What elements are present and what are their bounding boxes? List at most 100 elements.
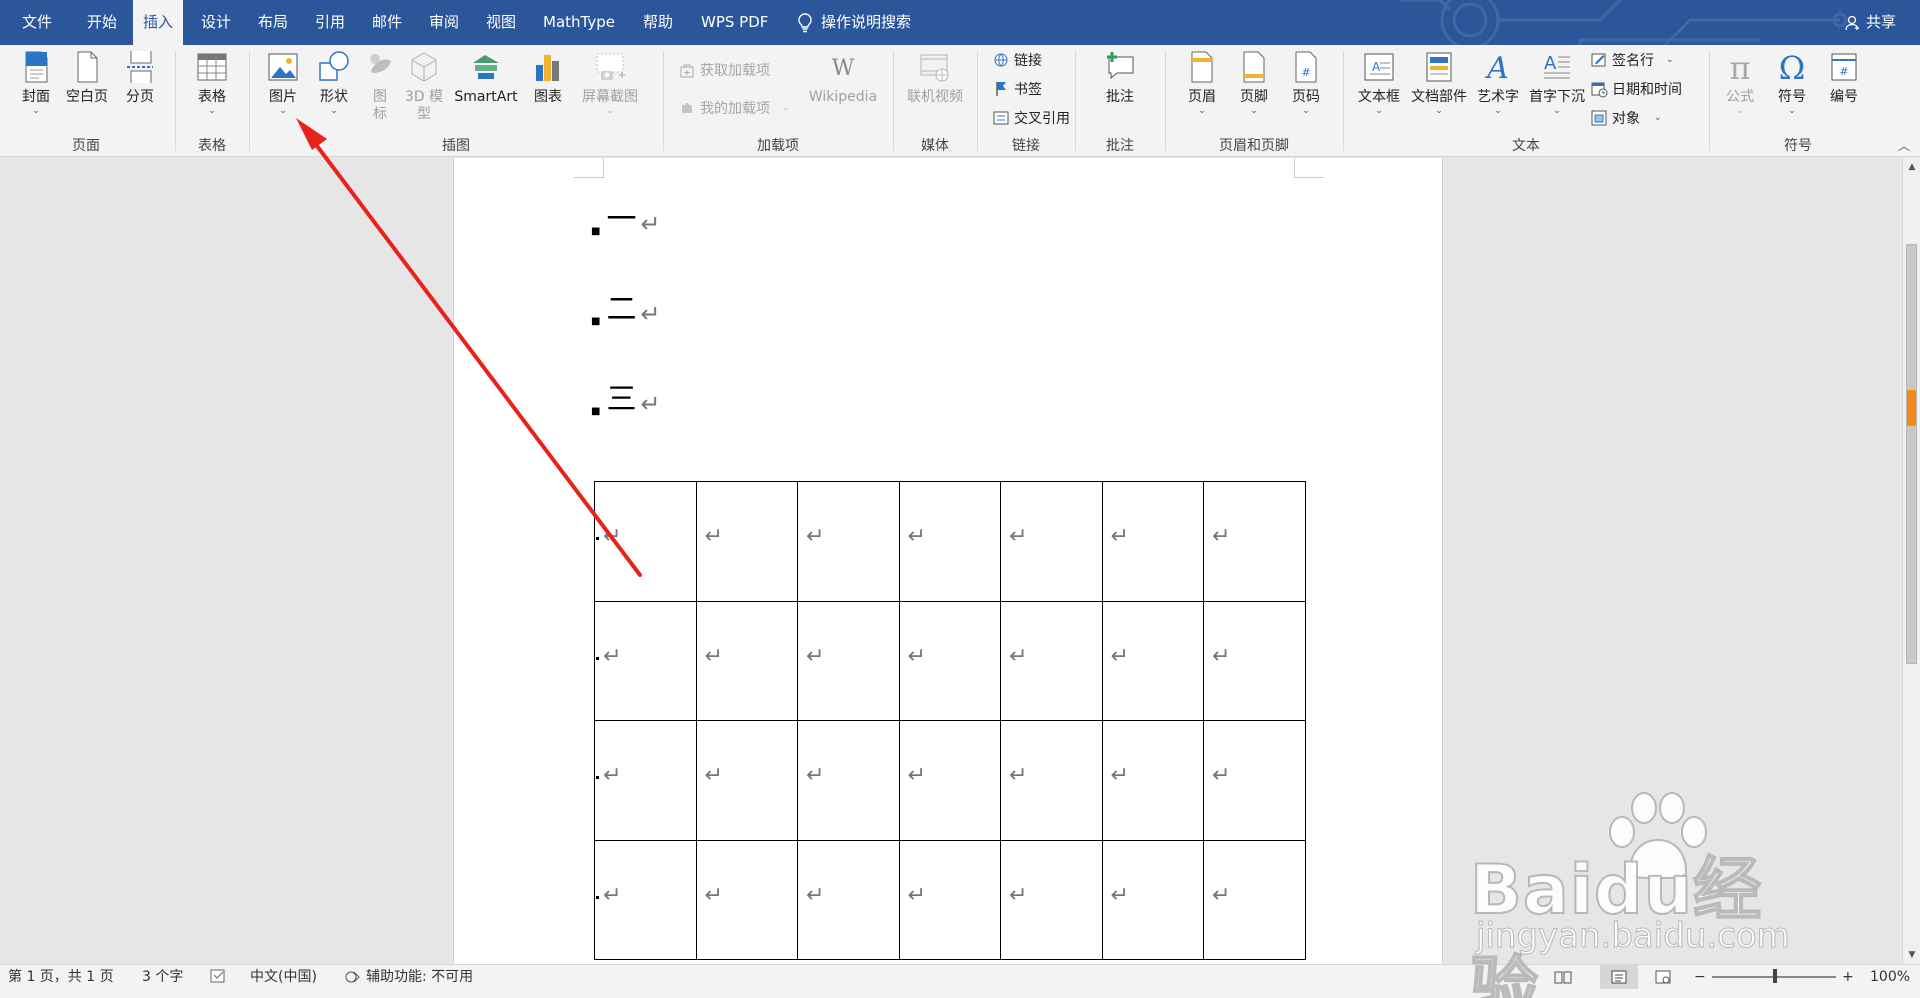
get-addins-button[interactable]: 获取加载项 <box>678 59 770 81</box>
header-button[interactable]: 页眉 ⌄ <box>1182 49 1222 116</box>
read-mode-button[interactable] <box>1554 965 1572 989</box>
3d-models-button[interactable]: 3D 模 型 <box>402 49 446 123</box>
tab-mathtype[interactable]: MathType <box>533 0 625 45</box>
new-comment-button[interactable]: 批注 <box>1098 49 1142 106</box>
signature-line-button[interactable]: 签名行 ⌄ <box>1590 49 1674 71</box>
zoom-out-button[interactable]: − <box>1694 965 1706 989</box>
table-cell[interactable]: ↵ <box>1203 839 1306 960</box>
table-cell[interactable]: ↵ <box>695 720 798 841</box>
table-cell[interactable]: ↵ <box>1000 600 1103 721</box>
table-cell[interactable]: ↵ <box>898 600 1001 721</box>
picture-button[interactable]: 图片 ⌄ <box>262 49 304 116</box>
wikipedia-button[interactable]: W Wikipedia <box>806 49 880 106</box>
numbering-button[interactable]: # 编号 <box>1824 49 1864 106</box>
footer-button[interactable]: 页脚 ⌄ <box>1234 49 1274 116</box>
my-addins-button[interactable]: 我的加载项 ⌄ <box>678 97 790 119</box>
scroll-down-button[interactable]: ▼ <box>1903 946 1920 964</box>
table-cell[interactable]: ↵ <box>594 481 697 602</box>
date-time-button[interactable]: 日期和时间 <box>1590 78 1682 100</box>
table-cell[interactable]: ↵ <box>695 839 798 960</box>
language-status[interactable]: 中文(中国) <box>250 965 317 989</box>
page-break-button[interactable]: 分页 <box>120 49 160 106</box>
table-cell[interactable]: ↵ <box>797 839 900 960</box>
print-layout-button[interactable] <box>1600 965 1638 989</box>
proofing-status[interactable] <box>210 965 228 989</box>
shapes-button[interactable]: 形状 ⌄ <box>312 49 356 116</box>
table-cell[interactable]: ↵ <box>1203 481 1306 602</box>
tab-mailings[interactable]: 邮件 <box>362 0 412 45</box>
share-button[interactable]: 共享 <box>1845 0 1896 45</box>
tab-help[interactable]: 帮助 <box>633 0 683 45</box>
table-cell[interactable]: ↵ <box>898 839 1001 960</box>
cover-button[interactable]: 封面 ⌄ <box>16 49 56 116</box>
table-cell[interactable]: ↵ <box>695 600 798 721</box>
tab-insert[interactable]: 插入 <box>133 0 184 45</box>
textbox-button[interactable]: A 文本框 ⌄ <box>1356 49 1402 116</box>
table-cell[interactable]: ↵ <box>1101 600 1204 721</box>
page-count[interactable]: 第 1 页，共 1 页 <box>8 965 114 989</box>
symbol-button[interactable]: Ω 符号 ⌄ <box>1772 49 1812 116</box>
table-cell[interactable]: ↵ <box>1203 720 1306 841</box>
table-cell[interactable]: ↵ <box>1203 600 1306 721</box>
tab-view[interactable]: 视图 <box>476 0 526 45</box>
object-button[interactable]: 对象 ⌄ <box>1590 107 1662 129</box>
drop-cap-button[interactable]: A 首字下沉 ⌄ <box>1526 49 1588 116</box>
tab-file[interactable]: 文件 <box>12 0 62 45</box>
table-cell[interactable]: ↵ <box>1000 839 1103 960</box>
chart-button[interactable]: 图表 <box>528 49 568 106</box>
smartart-button[interactable]: SmartArt <box>450 49 522 106</box>
comment-icon <box>1107 52 1134 80</box>
collapse-ribbon-button[interactable]: ︿ <box>1898 137 1910 154</box>
scroll-up-button[interactable]: ▲ <box>1903 158 1920 176</box>
table-cell[interactable]: ↵ <box>898 481 1001 602</box>
tab-home[interactable]: 开始 <box>77 0 127 45</box>
screenshot-button[interactable]: 屏幕截图 ⌄ <box>574 49 646 116</box>
word-count[interactable]: 3 个字 <box>142 965 183 989</box>
table-cell[interactable]: ↵ <box>898 720 1001 841</box>
blank-page-button[interactable]: 空白页 <box>62 49 112 106</box>
table-button[interactable]: 表格 ⌄ <box>192 49 232 116</box>
quick-parts-button[interactable]: 文档部件 ⌄ <box>1408 49 1470 116</box>
tab-wps-pdf[interactable]: WPS PDF <box>691 0 778 45</box>
wordart-button[interactable]: A 艺术字 ⌄ <box>1472 49 1524 116</box>
link-button[interactable]: 链接 <box>992 49 1042 71</box>
scrollbar-thumb[interactable] <box>1906 244 1917 664</box>
table-cell[interactable]: ↵ <box>1000 481 1103 602</box>
tell-me-search[interactable]: 操作说明搜索 <box>797 0 911 45</box>
table-cell[interactable]: ↵ <box>1101 839 1204 960</box>
accessibility-icon <box>345 971 360 983</box>
table-cell[interactable]: ↵ <box>1000 720 1103 841</box>
tab-design[interactable]: 设计 <box>191 0 241 45</box>
equation-button[interactable]: π 公式 ⌄ <box>1720 49 1760 116</box>
web-layout-button[interactable] <box>1654 965 1672 989</box>
accessibility-status[interactable]: 辅助功能: 不可用 <box>344 965 473 989</box>
table-cell[interactable]: ↵ <box>797 720 900 841</box>
table-cell[interactable]: ↵ <box>797 600 900 721</box>
document-area[interactable]: ■ 一 ↵ ■ 二 ↵ ■ 三 ↵ ↵ ↵ ↵ ↵ ↵ ↵ ↵ ↵ ↵ ↵ ↵ ↵ ↵ ↵ ↵ ↵ ↵ ↵ ↵ ↵ ↵ ↵… <box>0 158 1902 964</box>
table-cell[interactable]: ↵ <box>594 600 697 721</box>
zoom-level[interactable]: 100% <box>1870 965 1910 989</box>
icons-button[interactable]: 图 标 <box>362 49 398 123</box>
paragraph[interactable]: ■ 二 ↵ <box>591 284 661 328</box>
bookmark-button[interactable]: 书签 <box>992 78 1042 100</box>
table-cell[interactable]: ↵ <box>594 839 697 960</box>
table-cell[interactable]: ↵ <box>797 481 900 602</box>
paragraph[interactable]: ■ 一 ↵ <box>591 194 661 238</box>
table-cell[interactable]: ↵ <box>1101 720 1204 841</box>
table-cell[interactable]: ↵ <box>594 720 697 841</box>
document-table[interactable]: ↵ ↵ ↵ ↵ ↵ ↵ ↵ ↵ ↵ ↵ ↵ ↵ ↵ ↵ ↵ ↵ ↵ ↵ ↵ ↵ ↵ ↵ ↵ ↵ ↵ ↵ ↵ ↵ <box>594 481 1306 960</box>
table-cell[interactable]: ↵ <box>1101 481 1204 602</box>
vertical-scrollbar[interactable]: ▲ ▼ <box>1902 158 1920 964</box>
tab-review[interactable]: 审阅 <box>419 0 469 45</box>
online-video-button[interactable]: 联机视频 <box>900 49 970 106</box>
store-icon <box>680 64 694 78</box>
paragraph[interactable]: ■ 三 ↵ <box>591 374 661 418</box>
document-page[interactable]: ■ 一 ↵ ■ 二 ↵ ■ 三 ↵ ↵ ↵ ↵ ↵ ↵ ↵ ↵ ↵ ↵ ↵ ↵ ↵ ↵ ↵ ↵ ↵ ↵ ↵ ↵ ↵ ↵ ↵… <box>453 158 1443 964</box>
tab-references[interactable]: 引用 <box>305 0 355 45</box>
zoom-slider-thumb[interactable] <box>1773 969 1777 983</box>
page-number-button[interactable]: # 页码 ⌄ <box>1286 49 1326 116</box>
tab-layout[interactable]: 布局 <box>248 0 298 45</box>
table-cell[interactable]: ↵ <box>695 481 798 602</box>
zoom-in-button[interactable]: + <box>1842 965 1854 989</box>
cross-reference-button[interactable]: 交叉引用 <box>992 107 1070 129</box>
